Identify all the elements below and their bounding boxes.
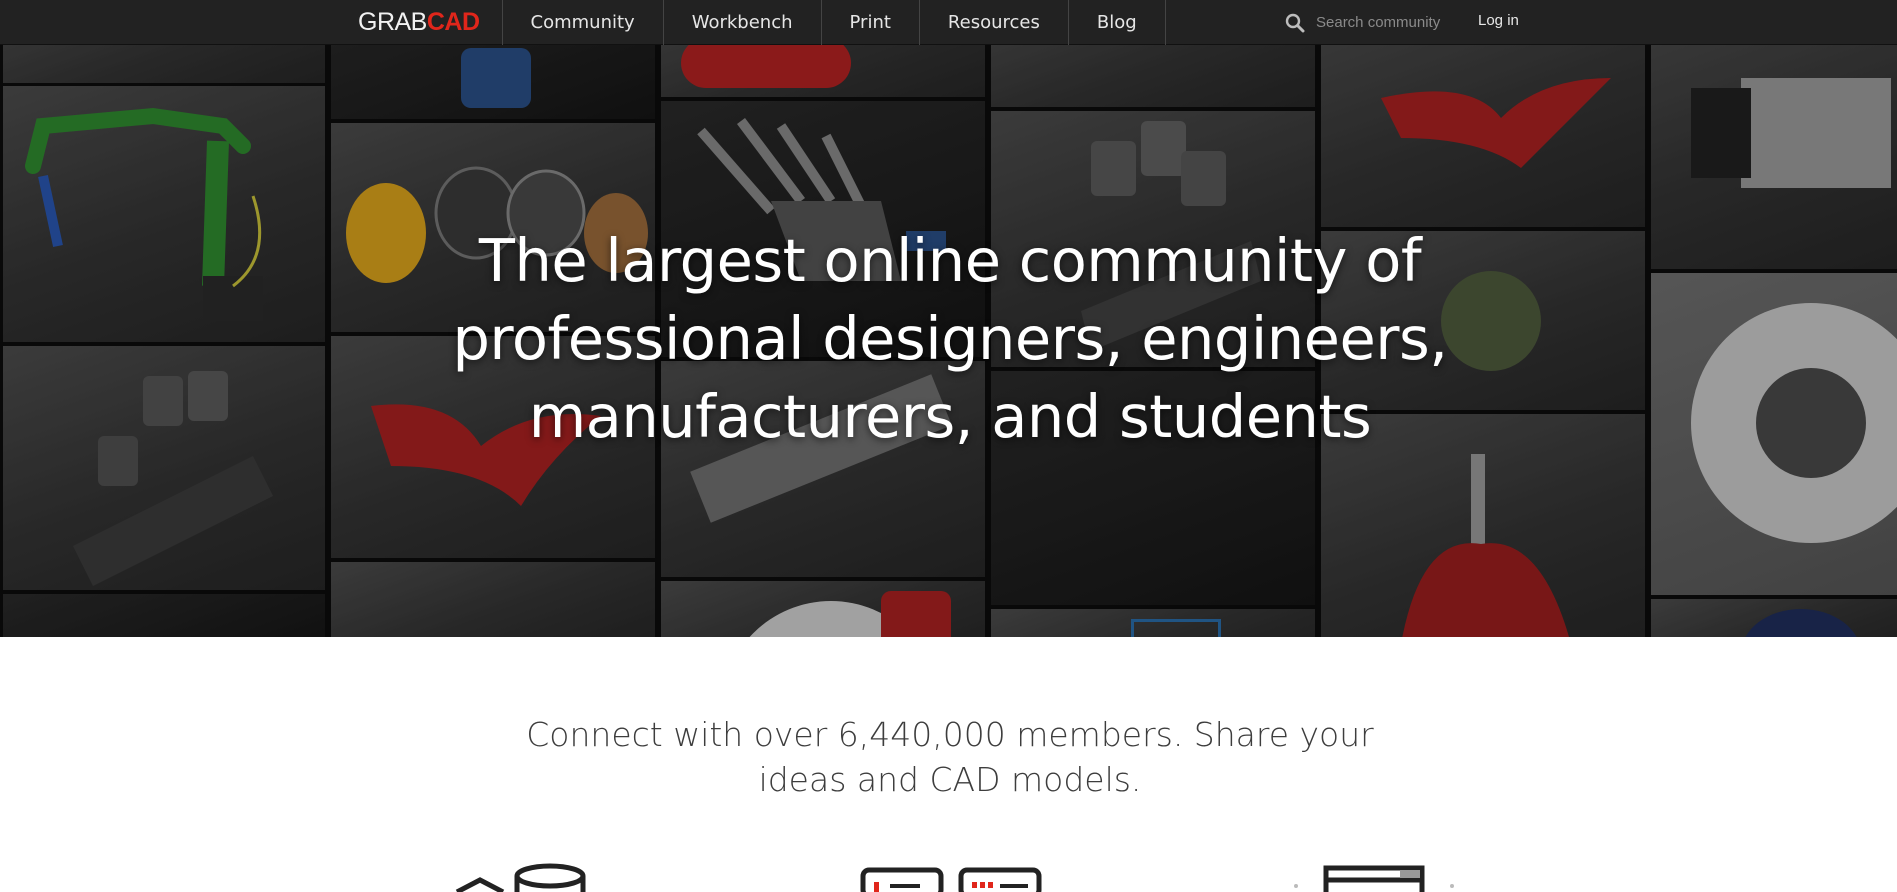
search-box bbox=[1284, 0, 1464, 45]
hero-banner: The largest online community of professi… bbox=[0, 45, 1897, 637]
cad-models-icon bbox=[455, 863, 586, 892]
members-intro: Connect with over 6,440,000 members. Sha… bbox=[526, 715, 1374, 799]
search-icon[interactable] bbox=[1284, 12, 1306, 34]
nav-item-resources[interactable]: Resources bbox=[918, 0, 1068, 45]
grabcad-logo[interactable]: GRAB CAD bbox=[358, 0, 502, 45]
search-input[interactable] bbox=[1314, 13, 1464, 32]
print-icon bbox=[1294, 865, 1454, 892]
login-link[interactable]: Log in bbox=[1478, 0, 1519, 40]
nav-item-community[interactable]: Community bbox=[501, 0, 663, 45]
workbench-icon bbox=[860, 867, 1042, 892]
nav-item-print[interactable]: Print bbox=[820, 0, 919, 45]
logo-grab: GRAB bbox=[358, 8, 427, 36]
hero-title: The largest online community of professi… bbox=[452, 226, 1448, 451]
top-navbar: GRAB CAD Community Workbench Print Resour… bbox=[0, 0, 1897, 45]
nav-inner: GRAB CAD Community Workbench Print Resour… bbox=[358, 0, 1166, 45]
nav-item-workbench[interactable]: Workbench bbox=[662, 0, 821, 45]
nav-item-blog[interactable]: Blog bbox=[1067, 0, 1166, 45]
logo-cad: CAD bbox=[426, 8, 480, 36]
